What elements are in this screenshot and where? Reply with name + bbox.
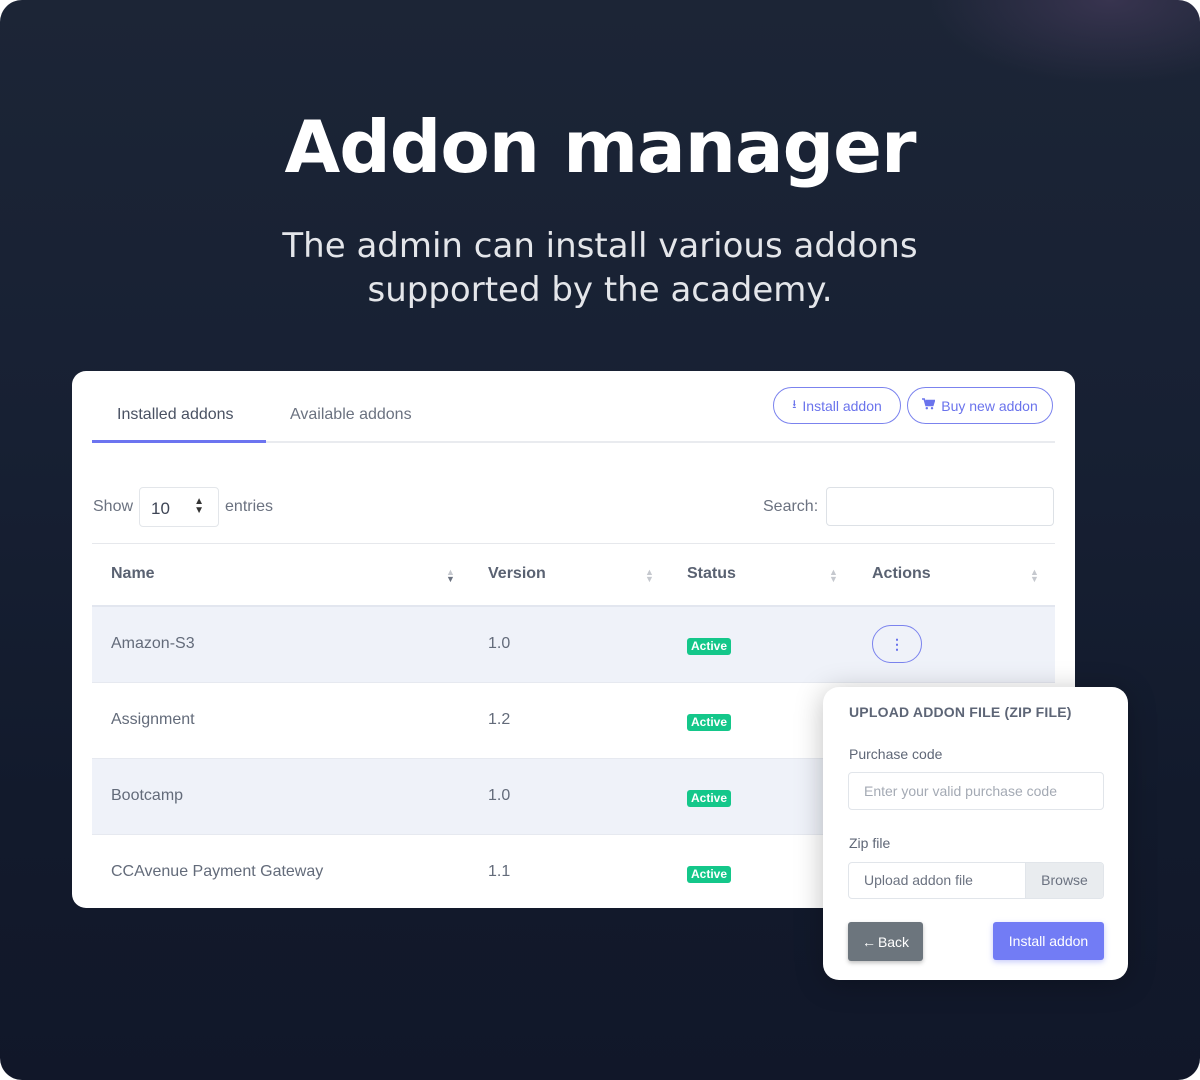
status-badge: Active: [687, 638, 732, 655]
purchase-code-label: Purchase code: [849, 746, 943, 762]
table-row: Amazon-S3 1.0 Active ⋮: [92, 607, 1055, 683]
search-input[interactable]: [826, 487, 1055, 526]
cart-icon: [922, 398, 936, 413]
browse-button[interactable]: Browse: [1025, 863, 1103, 898]
addon-name: Assignment: [111, 711, 195, 728]
status-badge: Active: [687, 866, 732, 883]
hero-subtitle: The admin can install various addons sup…: [0, 224, 1200, 312]
back-label: Back: [877, 933, 910, 950]
upload-addon-panel: UPLOAD ADDON FILE (ZIP FILE) Purchase co…: [823, 687, 1128, 980]
column-header-version[interactable]: Version: [488, 565, 546, 583]
background-canvas: Addon manager The admin can install vari…: [0, 0, 1200, 1080]
hero-title: Addon manager: [284, 105, 917, 189]
zip-file-label: Zip file: [849, 835, 891, 851]
actions-menu-button[interactable]: ⋮: [872, 625, 922, 663]
kebab-menu-icon: ⋮: [890, 635, 904, 652]
tab-installed-addons[interactable]: Installed addons: [117, 406, 234, 424]
buy-new-addon-button[interactable]: Buy new addon: [907, 387, 1053, 424]
addon-version: 1.2: [488, 711, 511, 728]
back-button[interactable]: ← Back: [848, 922, 923, 961]
download-icon: ⭳: [792, 397, 797, 411]
upload-panel-title: UPLOAD ADDON FILE (ZIP FILE): [849, 704, 1072, 720]
tab-available-addons[interactable]: Available addons: [290, 406, 412, 424]
install-addon-submit-button[interactable]: Install addon: [993, 922, 1104, 960]
sort-icon[interactable]: ▲ ▼: [1030, 568, 1039, 584]
addon-version: 1.0: [488, 787, 511, 804]
addon-name: Amazon-S3: [111, 635, 195, 652]
page-size-select[interactable]: 10 ▲ ▼: [139, 487, 220, 527]
purchase-code-input[interactable]: [848, 772, 1104, 810]
zip-file-input[interactable]: Upload addon file Browse: [848, 862, 1104, 899]
active-tab-indicator: [92, 440, 266, 443]
addon-version: 1.1: [488, 863, 511, 880]
status-badge: Active: [687, 714, 732, 731]
select-arrows-icon: ▲ ▼: [194, 496, 205, 516]
install-addon-label: Install addon: [802, 397, 882, 414]
addon-name: CCAvenue Payment Gateway: [111, 863, 324, 880]
status-badge: Active: [687, 790, 732, 807]
arrow-left-icon: ←: [861, 933, 876, 950]
sort-icon[interactable]: ▲ ▼: [446, 568, 455, 584]
show-label: Show: [93, 498, 134, 515]
page-size-control: Show 10 ▲ ▼ entries: [93, 487, 273, 527]
addon-name: Bootcamp: [111, 787, 184, 804]
column-header-actions[interactable]: Actions: [872, 565, 931, 583]
hero-subtitle-line-2: supported by the academy.: [367, 270, 833, 310]
addon-version: 1.0: [488, 635, 511, 652]
buy-new-addon-label: Buy new addon: [941, 397, 1038, 414]
hero-subtitle-line-1: The admin can install various addons: [282, 226, 918, 266]
column-header-status[interactable]: Status: [687, 565, 736, 583]
install-addon-button[interactable]: ⭳ Install addon: [773, 387, 901, 424]
search-label: Search:: [763, 497, 819, 515]
sort-icon[interactable]: ▲ ▼: [645, 568, 654, 584]
page-size-value: 10: [151, 499, 170, 518]
table-header: Name ▲ ▼ Version ▲ ▼ Status ▲ ▼ Actions ▲ ▼: [92, 543, 1055, 607]
sort-icon[interactable]: ▲ ▼: [829, 568, 838, 584]
file-input-placeholder: Upload addon file: [864, 872, 973, 888]
search-control: Search:: [763, 487, 1055, 526]
column-header-name[interactable]: Name: [111, 565, 155, 583]
entries-label: entries: [225, 498, 274, 515]
